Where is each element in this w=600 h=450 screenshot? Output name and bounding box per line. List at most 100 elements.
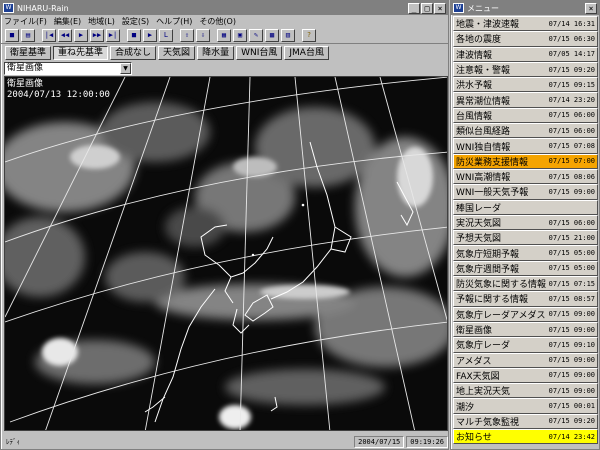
- settings-icon[interactable]: ✎: [249, 28, 263, 42]
- menu-item-time: 07/15 05:00: [548, 249, 595, 258]
- layer-jma-typhoon[interactable]: JMA台風: [284, 45, 329, 60]
- map-timestamp: 2004/07/13 12:00:00: [7, 90, 110, 100]
- map-label: 衛星画像 2004/07/13 12:00:00: [7, 79, 110, 101]
- menu-item-time: 07/15 07:15: [548, 279, 595, 288]
- menu-item-time: 07/14 16:31: [548, 19, 595, 28]
- layer-weather-chart[interactable]: 天気図: [158, 45, 196, 60]
- menu-item[interactable]: 気象庁レーダアメダス 07/15 09:00: [453, 306, 598, 322]
- save-icon[interactable]: ■: [5, 28, 19, 42]
- menu-item[interactable]: マルチ気象監視 07/15 09:20: [453, 413, 598, 430]
- menu-item[interactable]: 実況天気図 07/15 06:00: [453, 214, 598, 231]
- menu-item-label: 気象庁短期予報: [456, 249, 520, 260]
- app-icon: W: [3, 3, 14, 13]
- menu-item-label: マルチ気象監視: [456, 417, 520, 428]
- menu-region[interactable]: 地域(L): [88, 16, 115, 27]
- menu-item-label: 台風情報: [456, 111, 493, 122]
- statusbar: ﾚﾃﾞｨ 2004/07/15 09:19:26: [4, 434, 448, 449]
- menu-item[interactable]: 異常潮位情報 07/14 23:20: [453, 92, 598, 108]
- satellite-map[interactable]: 衛星画像 2004/07/13 12:00:00: [4, 76, 448, 431]
- menu-edit[interactable]: 編集(E): [54, 16, 81, 27]
- menu-item[interactable]: 類似台風経路 07/15 06:00: [453, 123, 598, 139]
- menu-help[interactable]: ヘルプ(H): [156, 16, 192, 27]
- menu-item[interactable]: WNI高潮情報 07/15 08:06: [453, 168, 598, 185]
- menu-item-time: 07/15 09:20: [548, 65, 595, 74]
- menu-item[interactable]: 地震・津波速報 07/14 16:31: [453, 16, 598, 32]
- menu-item[interactable]: 気象庁週間予報 07/15 05:00: [453, 260, 598, 277]
- menu-item[interactable]: 気象庁短期予報 07/15 05:00: [453, 245, 598, 261]
- menu-item[interactable]: WNI一般天気予報 07/15 09:00: [453, 184, 598, 200]
- main-titlebar[interactable]: W NIHARU-Rain _ □ ×: [1, 1, 448, 15]
- menu-item[interactable]: 予報に関する情報 07/15 08:57: [453, 291, 598, 307]
- menu-item[interactable]: 予想天気図 07/15 21:00: [453, 230, 598, 246]
- menu-item-label: 類似台風経路: [456, 127, 511, 138]
- loop-icon[interactable]: L: [159, 28, 173, 42]
- menu-item[interactable]: 棒国レーダ: [453, 199, 598, 215]
- menu-item[interactable]: お知らせ 07/14 23:42: [453, 429, 598, 445]
- chevron-down-icon[interactable]: ▼: [120, 62, 131, 74]
- menu-close-button[interactable]: ×: [585, 2, 597, 14]
- menu-item-time: 07/05 14:17: [548, 50, 595, 59]
- product-select[interactable]: 衛星画像 ▼: [4, 61, 132, 75]
- menu-item-label: WNI独自情報: [456, 142, 511, 153]
- layer-overlay-base[interactable]: 重ね先基準: [53, 45, 109, 60]
- menu-item-label: アメダス: [456, 356, 492, 367]
- play-icon[interactable]: ▶: [74, 28, 88, 42]
- menu-item[interactable]: 地上実況天気 07/15 09:00: [453, 383, 598, 399]
- menu-titlebar[interactable]: W メニュー ×: [451, 1, 599, 15]
- maximize-button[interactable]: □: [421, 2, 433, 14]
- info-icon[interactable]: ▥: [281, 28, 295, 42]
- menu-item[interactable]: FAX天気図 07/15 09:00: [453, 367, 598, 384]
- copy-icon[interactable]: ▦: [217, 28, 231, 42]
- status-time: 09:19:26: [406, 435, 448, 448]
- menu-item[interactable]: 潮汐 07/15 00:01: [453, 398, 598, 414]
- down-icon[interactable]: ⇩: [196, 28, 210, 42]
- menu-item-label: 予想天気図: [456, 234, 502, 245]
- status-text: ﾚﾃﾞｨ: [6, 437, 20, 446]
- menu-item[interactable]: WNI独自情報 07/15 07:08: [453, 138, 598, 154]
- menu-item-label: 気象庁週間予報: [456, 264, 520, 275]
- menu-item[interactable]: 気象庁レーダ 07/15 09:10: [453, 337, 598, 353]
- menu-item-time: 07/14 23:20: [548, 96, 595, 105]
- menu-item-label: 注意報・警報: [456, 66, 511, 77]
- map-title: 衛星画像: [7, 79, 44, 89]
- menu-item-label: WNI一般天気予報: [456, 188, 529, 199]
- layer-satellite-base[interactable]: 衛星基準: [5, 45, 52, 60]
- menu-item[interactable]: 各地の震度 07/15 06:30: [453, 31, 598, 47]
- menu-settings[interactable]: 設定(S): [122, 16, 149, 27]
- menu-item-time: 07/15 09:00: [548, 356, 595, 365]
- menu-item[interactable]: 防災気象に関する情報 07/15 07:15: [453, 276, 598, 292]
- last-frame-icon[interactable]: ▶|: [106, 28, 120, 42]
- step-icon[interactable]: ▶: [143, 28, 157, 42]
- menu-app-icon: W: [453, 3, 464, 13]
- menu-item[interactable]: 津波情報 07/05 14:17: [453, 46, 598, 62]
- menu-item-time: 07/15 05:00: [548, 264, 595, 273]
- menu-item-label: 地震・津波速報: [456, 20, 520, 31]
- menu-file[interactable]: ファイル(F): [4, 16, 47, 27]
- menu-item[interactable]: 注意報・警報 07/15 09:20: [453, 61, 598, 78]
- layer-wni-typhoon[interactable]: WNI台風: [236, 45, 283, 60]
- minimize-button[interactable]: _: [408, 2, 420, 14]
- menu-item[interactable]: 衛星画像 07/15 09:00: [453, 321, 598, 338]
- layer-precipitation[interactable]: 降水量: [197, 45, 235, 60]
- menu-item-label: 衛星画像: [456, 326, 493, 337]
- menu-item-time: 07/15 06:00: [548, 126, 595, 135]
- up-icon[interactable]: ⇧: [180, 28, 194, 42]
- menu-item[interactable]: 台風情報 07/15 06:00: [453, 107, 598, 124]
- menu-item-label: 防災気象に関する情報: [456, 280, 547, 291]
- first-frame-icon[interactable]: |◀: [42, 28, 56, 42]
- menu-item[interactable]: アメダス 07/15 09:00: [453, 352, 598, 368]
- help-icon[interactable]: ?: [302, 28, 316, 42]
- print-icon[interactable]: ▤: [21, 28, 35, 42]
- menu-item[interactable]: 防災業務支援情報 07/15 07:00: [453, 153, 598, 169]
- menu-item[interactable]: 洪水予報 07/15 09:15: [453, 77, 598, 93]
- close-button[interactable]: ×: [434, 2, 446, 14]
- prev-frame-icon[interactable]: ◀◀: [58, 28, 72, 42]
- palette-icon[interactable]: ▩: [265, 28, 279, 42]
- layer-tabs: 衛星基準 重ね先基準 合成なし 天気図 降水量 WNI台風 JMA台風: [1, 44, 448, 61]
- layer-no-composite[interactable]: 合成なし: [110, 45, 157, 60]
- next-frame-icon[interactable]: ▶▶: [90, 28, 104, 42]
- stop-icon[interactable]: ■: [127, 28, 141, 42]
- export-icon[interactable]: ▣: [233, 28, 247, 42]
- menu-item-label: 予報に関する情報: [456, 295, 529, 306]
- menu-other[interactable]: その他(O): [199, 16, 236, 27]
